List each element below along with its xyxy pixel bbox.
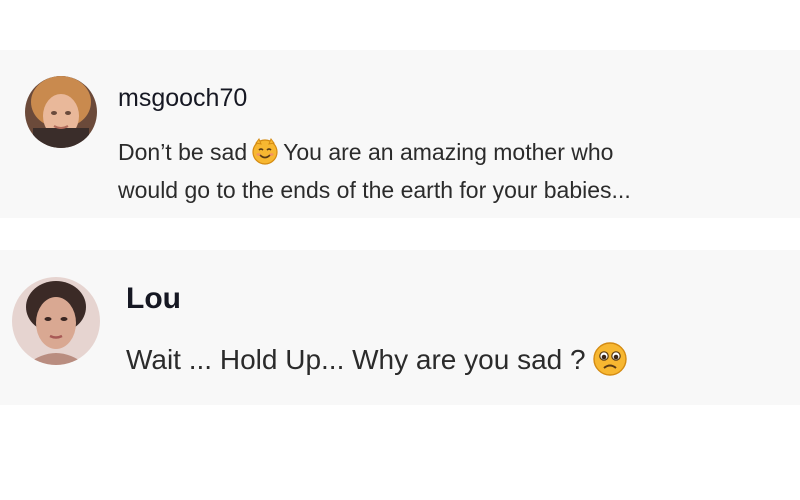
smiling-face-icon — [250, 136, 280, 166]
comment-text-part: Don’t be sad — [118, 139, 248, 165]
comment-username[interactable]: Lou — [126, 282, 181, 316]
comments-page: msgooch70 Don’t be sad You are an amazin… — [0, 0, 800, 500]
avatar[interactable] — [25, 76, 97, 148]
comment-text-part: You are an amazing mother who — [283, 139, 614, 165]
comment-item: Lou Wait ... Hold Up... Why are you sad … — [0, 250, 800, 405]
avatar[interactable] — [12, 277, 100, 365]
comment-text-line: would go to the ends of the earth for yo… — [118, 177, 631, 203]
worried-face-icon — [592, 341, 628, 377]
comment-text-line: Wait ... Hold Up... Why are you sad ? — [126, 340, 786, 380]
comment-item: msgooch70 Don’t be sad You are an amazin… — [0, 50, 800, 218]
comment-text: Wait ... Hold Up... Why are you sad ? — [126, 340, 786, 380]
comment-username[interactable]: msgooch70 — [118, 84, 247, 113]
comment-text: Don’t be sad You are an amazing mother w… — [118, 133, 778, 209]
comment-text-line: Don’t be sad You are an amazing mother w… — [118, 133, 778, 171]
comment-text-part: Wait ... Hold Up... Why are you sad ? — [126, 344, 586, 375]
